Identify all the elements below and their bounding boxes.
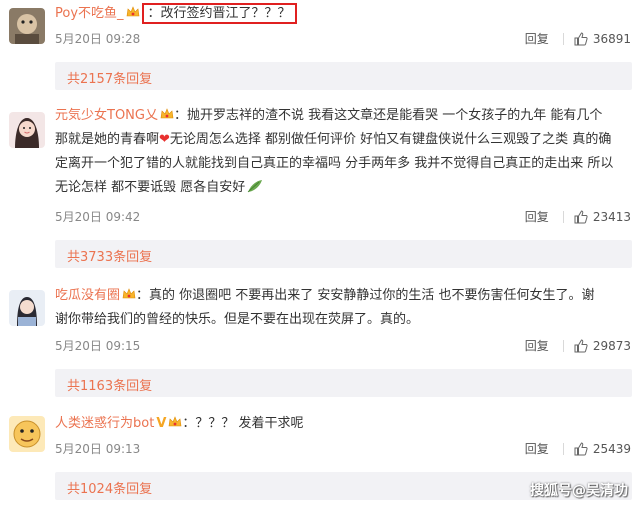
highlighted-comment-text: ：改行签约晋江了？？？ [141, 3, 297, 24]
comment-body: Poy不吃鱼_ ：改行签约晋江了？？？ [55, 2, 630, 26]
timestamp: 5月20日 09:28 [55, 32, 141, 46]
divider [562, 443, 564, 455]
timestamp: 5月20日 09:13 [55, 442, 141, 456]
divider [562, 211, 564, 223]
comment-text-line: 真的 你退圈吧 不要再出来了 安安静静过你的生活 也不要伤害任何女生了。谢 [149, 288, 595, 303]
vip-crown-icon [168, 414, 182, 428]
thumbs-up-icon [574, 32, 588, 46]
avatar[interactable] [9, 416, 45, 452]
vip-crown-icon [126, 4, 140, 18]
sub-replies-box[interactable]: 共3733条回复 [55, 240, 632, 268]
username-link[interactable]: 吃瓜没有圈 [55, 288, 120, 303]
like-count: 23413 [592, 210, 631, 224]
comment-body: 人类迷惑行为bot V：？？？ 发着干求呢 [55, 412, 630, 436]
timestamp: 5月20日 09:15 [55, 339, 141, 353]
leaf-emoji [245, 180, 263, 195]
like-button[interactable]: 36891 [574, 31, 631, 47]
like-count: 25439 [592, 442, 631, 456]
verified-v-icon: V [156, 416, 167, 431]
reply-button[interactable]: 回复 [525, 338, 549, 354]
view-replies-link[interactable]: 共1024条回复 [67, 478, 152, 497]
like-button[interactable]: 23413 [574, 209, 631, 225]
thumbs-up-icon [574, 339, 588, 353]
avatar[interactable] [9, 290, 45, 326]
reply-button[interactable]: 回复 [525, 441, 549, 457]
watermark: 搜狐号@吴清功 [530, 483, 628, 499]
username-link[interactable]: 元気少女TONG乂 [55, 108, 158, 123]
timestamp: 5月20日 09:42 [55, 210, 141, 224]
reply-button[interactable]: 回复 [525, 209, 549, 225]
view-replies-link[interactable]: 共1163条回复 [67, 375, 152, 394]
vip-crown-icon [160, 106, 174, 120]
thumbs-up-icon [574, 210, 588, 224]
comment-actions: 回复 29873 [525, 338, 631, 354]
sub-replies-box[interactable]: 共1163条回复 [55, 369, 632, 397]
comment-body-line: 无论怎样 都不要诋毁 愿各自安好 [55, 176, 630, 200]
like-count: 36891 [592, 32, 631, 46]
comment-text-line: 谢你带给我们的曾经的快乐。但是不要在出现在荧屏了。真的。 [55, 312, 420, 327]
comment-text: 改行签约晋江了？？？ [160, 6, 291, 21]
view-replies-link[interactable]: 共2157条回复 [67, 68, 152, 87]
comment-body: 元気少女TONG乂 ：抛开罗志祥的渣不说 我看这文章还是能看哭 一个女孩子的九年 … [55, 106, 603, 123]
comment-text-line: 抛开罗志祥的渣不说 我看这文章还是能看哭 一个女孩子的九年 能有几个 [187, 108, 603, 123]
view-replies-link[interactable]: 共3733条回复 [67, 246, 152, 265]
comment-body-line: 定离开一个犯了错的人就能找到自己真正的幸福吗 分手两年多 我并不觉得自己真正的走… [55, 152, 630, 176]
like-count: 29873 [592, 339, 631, 353]
avatar[interactable] [9, 8, 45, 44]
divider [562, 340, 564, 352]
comment-text-line: 无论周怎么选择 都别做任何评价 好怕又有键盘侠说什么三观毁了之类 真的确 [169, 132, 612, 147]
comment-text-line: 那就是她的青春啊 [55, 132, 160, 147]
divider [562, 33, 564, 45]
comment-actions: 回复 36891 [525, 31, 631, 47]
comment-text: ？？？ 发着干求呢 [195, 416, 304, 431]
vip-crown-icon [122, 286, 136, 300]
avatar[interactable] [9, 112, 45, 148]
comment-body: 吃瓜没有圈 ：真的 你退圈吧 不要再出来了 安安静静过你的生活 也不要伤害任何女生… [55, 286, 595, 303]
comment-body-line: 那就是她的青春啊❤无论周怎么选择 都别做任何评价 好怕又有键盘侠说什么三观毁了之… [55, 128, 630, 152]
like-button[interactable]: 29873 [574, 338, 631, 354]
comment-body-line: 谢你带给我们的曾经的快乐。但是不要在出现在荧屏了。真的。 [55, 308, 630, 332]
comment-actions: 回复 23413 [525, 209, 631, 225]
username-link[interactable]: 人类迷惑行为bot [55, 416, 154, 431]
comment-text-line: 定离开一个犯了错的人就能找到自己真正的幸福吗 分手两年多 我并不觉得自己真正的走… [55, 156, 614, 171]
comment-text-line: 无论怎样 都不要诋毁 愿各自安好 [55, 180, 246, 195]
sub-replies-box[interactable]: 共2157条回复 [55, 62, 632, 90]
username-link[interactable]: Poy不吃鱼_ [55, 6, 124, 21]
reply-button[interactable]: 回复 [525, 31, 549, 47]
like-button[interactable]: 25439 [574, 441, 631, 457]
comment-actions: 回复 25439 [525, 441, 631, 457]
thumbs-up-icon [574, 442, 588, 456]
heart-emoji: ❤ [159, 132, 170, 147]
